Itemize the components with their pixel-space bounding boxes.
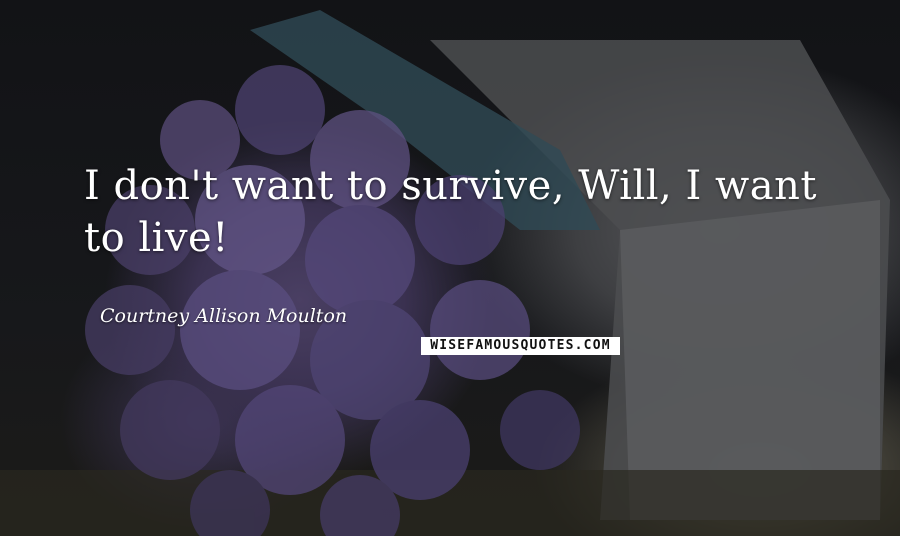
site-watermark: WISEFAMOUSQUOTES.COM — [421, 337, 620, 355]
quote-author: Courtney Allison Moulton — [100, 305, 348, 327]
quote-image: I don't want to survive, Will, I want to… — [0, 0, 900, 536]
quote-text: I don't want to survive, Will, I want to… — [84, 163, 817, 261]
hydrangea-bouquet-illustration — [85, 65, 580, 536]
